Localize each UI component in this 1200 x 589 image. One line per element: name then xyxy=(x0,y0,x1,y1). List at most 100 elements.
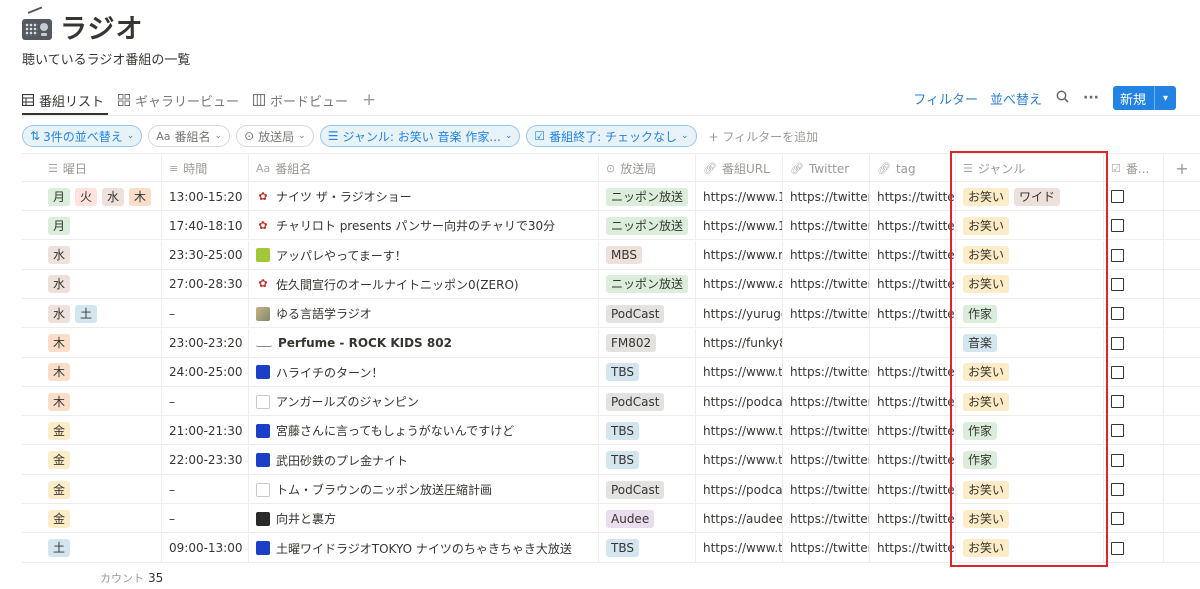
tab-gallery-view[interactable]: ギャラリービュー xyxy=(118,91,239,110)
cell-twitter[interactable]: https://twitter.c xyxy=(783,211,870,241)
cell-station[interactable]: PodCast xyxy=(599,387,696,417)
cell-twitter[interactable]: https://twitter.c xyxy=(783,269,870,299)
cell-tag[interactable]: https://twitter.c xyxy=(870,357,956,387)
cell-url[interactable]: https://www.tb xyxy=(696,416,783,446)
cell-twitter[interactable] xyxy=(783,328,870,358)
tab-board-view[interactable]: ボードビュー xyxy=(253,91,348,110)
column-header-url[interactable]: 🔗︎ 番組URL xyxy=(696,154,783,183)
cell-time[interactable]: – xyxy=(162,299,249,329)
cell-ended[interactable] xyxy=(1104,299,1164,329)
cell-name[interactable]: 宮藤さんに言ってもしょうがないんですけど xyxy=(249,416,599,446)
tag-link[interactable]: https://twitter.c xyxy=(877,219,955,233)
cell-name[interactable]: ✿ ナイツ ザ・ラジオショー xyxy=(249,182,599,211)
column-header-twitter[interactable]: 🔗︎ Twitter xyxy=(783,154,870,183)
cell-twitter[interactable]: https://twitter.c xyxy=(783,299,870,329)
ended-checkbox[interactable] xyxy=(1111,307,1124,321)
cell-twitter[interactable]: https://twitter.c xyxy=(783,240,870,270)
cell-tag[interactable]: https://twitter.c xyxy=(870,475,956,504)
ended-checkbox[interactable] xyxy=(1111,248,1124,262)
cell-twitter[interactable]: https://twitter.c xyxy=(783,533,870,563)
ended-checkbox[interactable] xyxy=(1111,336,1124,350)
cell-tag[interactable]: https://twitter.c xyxy=(870,269,956,299)
cell-tag[interactable]: https://twitter.c xyxy=(870,387,956,417)
cell-station[interactable]: TBS xyxy=(599,533,696,563)
ended-checkbox[interactable] xyxy=(1111,453,1124,467)
sort-chip[interactable]: ⇅ 3件の並べ替え ⌄ xyxy=(22,125,143,147)
cell-name[interactable]: 向井と裏方 xyxy=(249,504,599,534)
cell-name[interactable]: アンガールズのジャンピン xyxy=(249,387,599,417)
cell-twitter[interactable]: https://twitter.c xyxy=(783,387,870,417)
program-name[interactable]: 武田砂鉄のプレ金ナイト xyxy=(276,452,408,469)
cell-name[interactable]: 土曜ワイドラジオTOKYO ナイツのちゃきちゃき大放送 xyxy=(249,533,599,563)
cell-tag[interactable]: https://twitter.c xyxy=(870,504,956,534)
cell-time[interactable]: 23:00-23:20 xyxy=(162,328,249,358)
cell-time[interactable]: 09:00-13:00 xyxy=(162,533,249,563)
column-header-tag[interactable]: 🔗︎ tag xyxy=(870,154,956,183)
column-header-time[interactable]: ≡ 時間 xyxy=(162,154,249,183)
program-name[interactable]: 向井と裏方 xyxy=(276,510,336,527)
program-name[interactable]: ハライチのターン！ xyxy=(276,364,383,381)
cell-name[interactable]: 武田砂鉄のプレ金ナイト xyxy=(249,445,599,475)
cell-day[interactable]: 水 xyxy=(22,269,162,299)
cell-day[interactable]: 金 xyxy=(22,475,162,504)
cell-ended[interactable] xyxy=(1104,445,1164,475)
program-name[interactable]: 宮藤さんに言ってもしょうがないんですけど xyxy=(276,422,514,439)
cell-ended[interactable] xyxy=(1104,504,1164,534)
cell-tag[interactable]: https://twitter.c xyxy=(870,416,956,446)
tag-link[interactable]: https://twitter.c xyxy=(877,248,955,262)
tag-link[interactable]: https://twitter.c xyxy=(877,512,955,526)
url-link[interactable]: https://funky80 xyxy=(703,336,782,350)
search-icon[interactable] xyxy=(1056,90,1069,107)
tag-link[interactable]: https://twitter.c xyxy=(877,307,955,321)
ended-checkbox[interactable] xyxy=(1111,190,1124,203)
cell-ended[interactable] xyxy=(1104,269,1164,299)
cell-tag[interactable]: https://twitter.c xyxy=(870,445,956,475)
twitter-link[interactable]: https://twitter.c xyxy=(790,453,869,467)
url-link[interactable]: https://podcast xyxy=(703,395,782,409)
cell-ended[interactable] xyxy=(1104,182,1164,211)
cell-day[interactable]: 金 xyxy=(22,445,162,475)
ended-checkbox[interactable] xyxy=(1111,277,1124,291)
url-link[interactable]: https://www.all xyxy=(703,277,782,291)
cell-time[interactable]: 21:00-21:30 xyxy=(162,416,249,446)
twitter-link[interactable]: https://twitter.c xyxy=(790,483,869,497)
filter-button[interactable]: フィルター xyxy=(913,89,978,108)
column-header-ended[interactable]: ☑ 番... xyxy=(1104,154,1164,183)
tag-link[interactable]: https://twitter.c xyxy=(877,483,955,497)
cell-day[interactable]: 金 xyxy=(22,504,162,534)
cell-day[interactable]: 金 xyxy=(22,416,162,446)
cell-ended[interactable] xyxy=(1104,357,1164,387)
program-name[interactable]: アンガールズのジャンピン xyxy=(276,393,419,410)
url-link[interactable]: https://www.tb xyxy=(703,424,782,438)
cell-name[interactable]: ゆる言語学ラジオ xyxy=(249,299,599,329)
twitter-link[interactable]: https://twitter.c xyxy=(790,512,869,526)
cell-station[interactable]: TBS xyxy=(599,357,696,387)
sort-button[interactable]: 並べ替え xyxy=(990,89,1042,108)
cell-url[interactable]: https://www.tb xyxy=(696,445,783,475)
cell-tag[interactable]: https://twitter.c xyxy=(870,182,956,211)
cell-name[interactable]: トム・ブラウンのニッポン放送圧縮計画 xyxy=(249,475,599,504)
twitter-link[interactable]: https://twitter.c xyxy=(790,395,869,409)
cell-station[interactable]: TBS xyxy=(599,445,696,475)
cell-name[interactable]: アッパレやってまーす！ xyxy=(249,240,599,270)
cell-time[interactable]: – xyxy=(162,504,249,534)
twitter-link[interactable]: https://twitter.c xyxy=(790,277,869,291)
cell-url[interactable]: https://podcast xyxy=(696,387,783,417)
add-view-icon[interactable]: + xyxy=(362,90,376,110)
cell-twitter[interactable]: https://twitter.c xyxy=(783,445,870,475)
cell-url[interactable]: https://www.all xyxy=(696,269,783,299)
cell-twitter[interactable]: https://twitter.c xyxy=(783,504,870,534)
url-link[interactable]: https://yuruger xyxy=(703,307,782,321)
twitter-link[interactable]: https://twitter.c xyxy=(790,190,869,204)
cell-ended[interactable] xyxy=(1104,240,1164,270)
station-filter-chip[interactable]: ⊙ 放送局 ⌄ xyxy=(236,125,314,147)
cell-time[interactable]: – xyxy=(162,475,249,504)
cell-twitter[interactable]: https://twitter.c xyxy=(783,357,870,387)
cell-day[interactable]: 水 xyxy=(22,240,162,270)
cell-station[interactable]: PodCast xyxy=(599,299,696,329)
ended-checkbox[interactable] xyxy=(1111,483,1124,496)
cell-time[interactable]: 24:00-25:00 xyxy=(162,357,249,387)
cell-station[interactable]: ニッポン放送 xyxy=(599,211,696,241)
cell-url[interactable]: https://www.12 xyxy=(696,211,783,241)
cell-ended[interactable] xyxy=(1104,416,1164,446)
